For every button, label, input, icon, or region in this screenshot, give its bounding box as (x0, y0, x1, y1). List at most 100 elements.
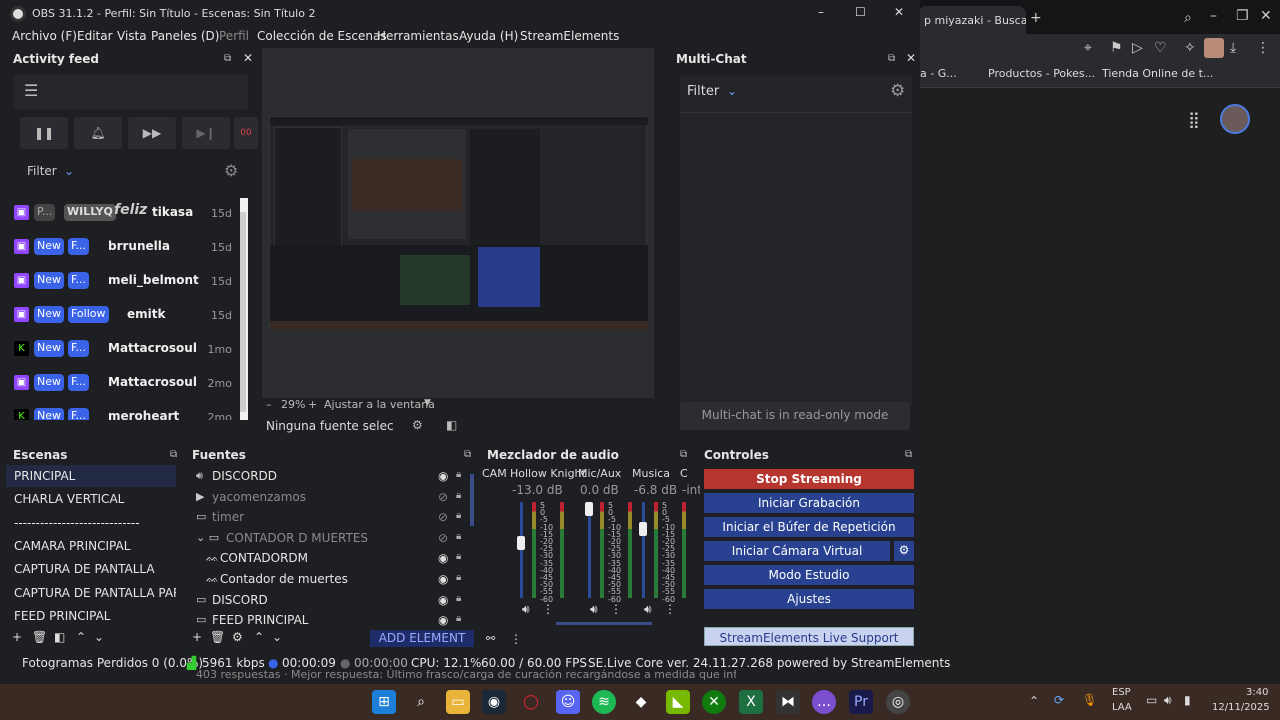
bookmark-item[interactable]: Productos - Pokes... (988, 67, 1095, 80)
rec-indicator[interactable]: 00 (234, 117, 258, 149)
mute-icon[interactable]: 🔊︎ (590, 602, 598, 617)
source-item[interactable]: ▭ FEED PRINCIPAL ◉ 🔒︎ (192, 611, 472, 631)
gear-icon[interactable]: ⚙ (224, 161, 238, 180)
lock-icon[interactable]: 🔒︎ (456, 490, 461, 501)
menu-icon[interactable]: ⋮ (664, 602, 676, 616)
nvidia-icon[interactable]: ◣ (666, 690, 690, 714)
slider-handle[interactable] (639, 522, 647, 536)
profile-avatar[interactable] (1204, 38, 1224, 58)
lock-icon[interactable]: 🔒︎ (456, 593, 461, 604)
keyboard-layout[interactable]: LAA (1112, 702, 1132, 713)
filters-icon[interactable]: ◧ (54, 630, 65, 644)
add-icon[interactable]: + (12, 630, 22, 644)
move-up-icon[interactable]: ⌃ (254, 630, 264, 644)
menu-paneles[interactable]: Paneles (D) (151, 29, 219, 43)
add-element-button[interactable]: ADD ELEMENT (370, 630, 474, 647)
trash-icon[interactable]: 🗑︎ (210, 630, 225, 644)
float-icon[interactable]: ⧉ (680, 449, 687, 460)
move-down-icon[interactable]: ⌄ (272, 630, 282, 644)
excel-icon[interactable]: X (739, 690, 763, 714)
close-icon[interactable]: ✕ (1260, 8, 1272, 24)
menu-vista[interactable]: Vista (117, 29, 147, 43)
chevron-down-icon[interactable]: ⌄ (64, 164, 74, 178)
search-icon[interactable]: ⌕ (409, 690, 433, 714)
chrome-tab[interactable]: p miyazaki - Buscar (918, 6, 1026, 34)
menu-archivo[interactable]: Archivo (F) (12, 29, 77, 43)
download-icon[interactable]: ⤓ (1230, 40, 1236, 56)
hamburger-icon[interactable]: ☰ (24, 81, 38, 100)
gear-icon[interactable]: ⚙ (412, 418, 423, 432)
bookmark-item[interactable]: a - G... (920, 67, 957, 80)
scene-item[interactable]: CAPTURA DE PANTALLA PARA F (6, 582, 176, 604)
volume-icon[interactable]: 🔊︎ (1164, 693, 1172, 708)
menu-herramientas[interactable]: Herramientas (377, 29, 459, 43)
filter-label[interactable]: Filter (27, 164, 57, 178)
menu-ayuda[interactable]: Ayuda (H) (459, 29, 518, 43)
sync-icon[interactable]: ⟳ (1054, 693, 1064, 707)
visibility-icon[interactable]: ⊘ (438, 531, 448, 545)
obs-taskbar-icon[interactable]: ◎ (886, 690, 910, 714)
mute-icon[interactable]: 🔊︎ (522, 602, 530, 617)
scene-item[interactable]: PRINCIPAL (6, 465, 176, 487)
heart-icon[interactable]: ♡ (1154, 40, 1167, 56)
stop-streaming-button[interactable]: Stop Streaming (704, 469, 914, 489)
add-icon[interactable]: + (192, 630, 202, 644)
menu-streamelements[interactable]: StreamElements (520, 29, 619, 43)
volume-slider[interactable] (517, 502, 525, 598)
menu-icon[interactable]: ⋮ (542, 602, 554, 616)
activity-row[interactable]: K New F... meroheart 2mo (8, 400, 240, 420)
scene-item[interactable]: FEED PRINCIPAL (6, 605, 176, 627)
source-item[interactable]: ᨐ Contador de muertes ◉ 🔒︎ (192, 570, 472, 590)
puzzle-icon[interactable]: ✧ (1184, 40, 1196, 56)
source-item[interactable]: ᨐ CONTADORDM ◉ 🔒︎ (192, 549, 472, 569)
virtual-camera-button[interactable]: Iniciar Cámara Virtual (704, 541, 890, 561)
source-item[interactable]: 🔊︎ DISCORDD ◉ 🔒︎ (192, 467, 472, 487)
chevron-up-icon[interactable]: ⌃ (1029, 694, 1039, 708)
caret-down-icon[interactable]: ▼ (424, 398, 431, 408)
new-tab-icon[interactable]: + (1030, 10, 1042, 26)
chevron-down-icon[interactable]: ⌄ (727, 84, 737, 98)
discord-icon[interactable]: ☺ (556, 690, 580, 714)
gear-icon[interactable]: ⚙ (232, 630, 243, 644)
visibility-icon[interactable]: ◉ (438, 572, 448, 586)
activity-row[interactable]: ▣ P... WILLYQ tikasa 15d feliz (8, 196, 240, 230)
steam-icon[interactable]: ◉ (482, 690, 506, 714)
activity-row[interactable]: ▣ New Follow emitk 15d (8, 298, 240, 332)
lock-icon[interactable]: 🔒︎ (456, 510, 461, 521)
activity-row[interactable]: ▣ New F... meli_belmont 15d (8, 264, 240, 298)
float-icon[interactable]: ⧉ (905, 449, 912, 460)
float-icon[interactable]: ⧉ (170, 449, 177, 460)
zoom-mode[interactable]: Ajustar a la ventana (324, 398, 435, 411)
settings-button[interactable]: Ajustes (704, 589, 914, 609)
float-icon[interactable]: ⧉ (464, 449, 471, 460)
minimize-icon[interactable]: – (818, 5, 824, 19)
skip-button[interactable]: ▶▶ (128, 117, 176, 149)
float-icon[interactable]: ⧉ (888, 53, 895, 64)
menu-coleccion[interactable]: Colección de Escenas (257, 29, 387, 43)
scene-item[interactable]: CHARLA VERTICAL (6, 488, 176, 510)
mic-icon[interactable]: 🎙︎ (1082, 693, 1097, 707)
visibility-icon[interactable]: ⊘ (438, 510, 448, 524)
slider-handle[interactable] (517, 536, 525, 550)
close-icon[interactable]: ✕ (894, 5, 904, 19)
lock-icon[interactable]: 🔒︎ (456, 469, 461, 480)
app-icon[interactable]: ◆ (629, 690, 653, 714)
lock-icon[interactable]: 🔒︎ (456, 551, 461, 562)
move-down-icon[interactable]: ⌄ (94, 630, 104, 644)
menu-perfil[interactable]: Perfil (219, 29, 249, 43)
extension-icon[interactable]: ⌖ (1084, 40, 1092, 56)
trash-icon[interactable]: 🗑︎ (32, 630, 47, 644)
zoom-out-icon[interactable]: – (266, 398, 272, 411)
replay-buffer-button[interactable]: Iniciar el Búfer de Repetición (704, 517, 914, 537)
start-recording-button[interactable]: Iniciar Grabación (704, 493, 914, 513)
menu-icon[interactable]: ⋮ (1256, 40, 1270, 56)
spotify-icon[interactable]: ≋ (592, 690, 616, 714)
support-button[interactable]: StreamElements Live Support (704, 627, 914, 646)
apps-grid-icon[interactable]: ⣿ (1188, 110, 1200, 129)
menu-icon[interactable]: ⋮ (510, 632, 522, 646)
minimize-icon[interactable]: – (1210, 8, 1217, 24)
menu-editar[interactable]: Editar (77, 29, 113, 43)
visibility-icon[interactable]: ◉ (438, 551, 448, 565)
activity-row[interactable]: ▣ New F... Mattacrosoul 2mo (8, 366, 240, 400)
visibility-icon[interactable]: ◉ (438, 593, 448, 607)
